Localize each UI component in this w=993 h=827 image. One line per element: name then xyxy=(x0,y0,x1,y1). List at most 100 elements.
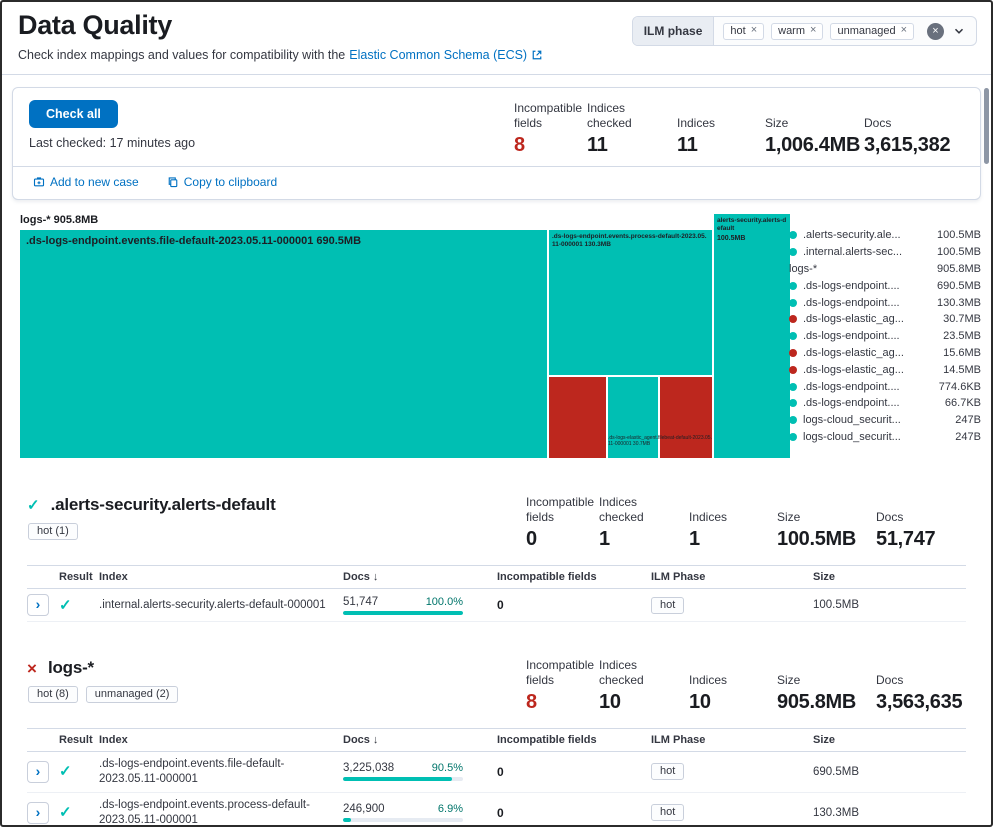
ilm-phase-badge: unmanaged (2) xyxy=(86,686,179,703)
subtitle-text: Check index mappings and values for comp… xyxy=(18,48,345,62)
stat-size: Size 1,006.4MB xyxy=(765,116,864,157)
summary-stats: Incompatible fields 8 Indices checked 11… xyxy=(514,101,954,157)
treemap-cell-file-default[interactable]: .ds-logs-endpoint.events.file-default-20… xyxy=(20,230,547,458)
summary-card: Check all Last checked: 17 minutes ago I… xyxy=(12,87,981,200)
legend-dot-red xyxy=(789,366,797,374)
legend-item[interactable]: .ds-logs-endpoint....66.7KB xyxy=(789,395,981,412)
ecs-link[interactable]: Elastic Common Schema (ECS) xyxy=(349,48,527,62)
ilm-badge: hot xyxy=(651,763,684,780)
ilm-filter-label: ILM phase xyxy=(633,17,715,45)
chevron-down-icon[interactable] xyxy=(952,24,966,38)
legend-item[interactable]: .ds-logs-elastic_ag...30.7MB xyxy=(789,311,981,328)
copy-icon xyxy=(167,176,179,188)
legend-dot-teal xyxy=(789,231,797,239)
treemap-cell-process-default[interactable]: .ds-logs-endpoint.events.process-default… xyxy=(549,230,712,375)
check-all-button[interactable]: Check all xyxy=(29,100,118,128)
legend-item[interactable]: .ds-logs-endpoint....23.5MB xyxy=(789,328,981,345)
last-checked-text: Last checked: 17 minutes ago xyxy=(29,136,195,150)
legend-dot-teal xyxy=(789,433,797,441)
stat-indices: Indices1 xyxy=(689,510,777,551)
legend-item[interactable]: .ds-logs-elastic_ag...14.5MB xyxy=(789,361,981,378)
ilm-filter-chips: hot × warm × unmanaged × xyxy=(714,17,923,45)
indices-table: Result Index Docs↓ Incompatible fields I… xyxy=(27,728,966,827)
treemap-group-label-logs: logs-* 905.8MB xyxy=(20,214,98,226)
sort-down-icon: ↓ xyxy=(373,734,379,746)
stat-docs: Docs3,563,635 xyxy=(876,673,966,714)
legend-item[interactable]: .ds-logs-endpoint....130.3MB xyxy=(789,294,981,311)
treemap-cell-alerts-default[interactable]: alerts-security.alerts-default 100.5MB xyxy=(714,214,790,458)
expand-row-button[interactable]: › xyxy=(27,802,49,824)
treemap-cell-incompatible[interactable] xyxy=(660,377,712,458)
chevron-right-icon: › xyxy=(36,597,41,611)
expand-row-button[interactable]: › xyxy=(27,761,49,783)
legend-item[interactable]: logs-cloud_securit...247B xyxy=(789,412,981,429)
stat-indices-checked: Indices checked1 xyxy=(599,495,689,551)
stat-docs: Docs 3,615,382 xyxy=(864,116,954,157)
legend-dot-teal xyxy=(789,332,797,340)
indices-table: Result Index Docs↓ Incompatible fields I… xyxy=(27,565,966,622)
size-cell: 100.5MB xyxy=(813,599,966,611)
section-stats: Incompatible fields0 Indices checked1 In… xyxy=(526,495,966,551)
incompatible-count: 0 xyxy=(497,806,651,820)
ilm-phase-badge: hot (8) xyxy=(28,686,78,703)
check-icon: ✓ xyxy=(59,805,99,820)
chevron-right-icon: › xyxy=(36,805,41,819)
index-name: .ds-logs-endpoint.events.process-default… xyxy=(99,798,343,827)
docs-progress-bar xyxy=(343,611,463,615)
filter-chip-unmanaged[interactable]: unmanaged × xyxy=(830,23,914,40)
legend-item-group[interactable]: logs-*905.8MB xyxy=(789,261,981,278)
legend-item[interactable]: .ds-logs-endpoint....774.6KB xyxy=(789,378,981,395)
index-name: .internal.alerts-security.alerts-default… xyxy=(99,598,343,613)
legend-dot-red xyxy=(789,349,797,357)
docs-sort-header[interactable]: Docs↓ xyxy=(343,734,497,746)
legend-item[interactable]: .ds-logs-endpoint....690.5MB xyxy=(789,277,981,294)
section-stats: Incompatible fields8 Indices checked10 I… xyxy=(526,658,966,714)
stat-incompatible-fields: Incompatible fields8 xyxy=(526,658,599,714)
case-icon xyxy=(33,176,45,188)
legend-item[interactable]: logs-cloud_securit...247B xyxy=(789,429,981,446)
copy-to-clipboard-link[interactable]: Copy to clipboard xyxy=(167,175,277,189)
legend-item[interactable]: .ds-logs-elastic_ag...15.6MB xyxy=(789,345,981,362)
docs-progress-bar xyxy=(343,777,463,781)
docs-sort-header[interactable]: Docs↓ xyxy=(343,571,497,583)
expand-row-button[interactable]: › xyxy=(27,594,49,616)
check-controls: Check all Last checked: 17 minutes ago xyxy=(29,100,195,157)
check-icon: ✓ xyxy=(59,598,99,613)
incompatible-count: 0 xyxy=(497,598,651,612)
chip-remove-icon[interactable]: × xyxy=(751,25,757,36)
treemap-legend: .alerts-security.ale...100.5MB .internal… xyxy=(789,227,981,445)
scrollbar-thumb[interactable] xyxy=(984,88,989,164)
treemap-cell-compatible[interactable] xyxy=(608,377,658,458)
external-link-icon xyxy=(531,49,543,61)
filter-chip-hot[interactable]: hot × xyxy=(723,23,764,40)
stat-indices: Indices 11 xyxy=(677,116,765,157)
treemap-cell-incompatible[interactable] xyxy=(549,377,606,458)
stat-indices-checked: Indices checked 11 xyxy=(587,101,677,157)
clear-filters-button[interactable]: × xyxy=(927,23,944,40)
add-to-new-case-link[interactable]: Add to new case xyxy=(33,175,139,189)
docs-cell: 3,225,03890.5% xyxy=(343,762,463,781)
storage-treemap: logs-* 905.8MB .ds-logs-endpoint.events.… xyxy=(2,214,991,459)
legend-item[interactable]: .internal.alerts-sec...100.5MB xyxy=(789,244,981,261)
cross-icon: × xyxy=(27,660,37,677)
docs-progress-bar xyxy=(343,818,463,822)
ilm-phase-badge: hot (1) xyxy=(28,523,78,540)
card-divider xyxy=(13,166,980,167)
check-icon: ✓ xyxy=(59,764,99,779)
size-cell: 130.3MB xyxy=(813,807,966,819)
legend-dot-red xyxy=(789,315,797,323)
size-cell: 690.5MB xyxy=(813,766,966,778)
chip-remove-icon[interactable]: × xyxy=(901,25,907,36)
legend-item[interactable]: .alerts-security.ale...100.5MB xyxy=(789,227,981,244)
page-header: Data Quality Check index mappings and va… xyxy=(2,2,991,62)
filter-chip-warm[interactable]: warm × xyxy=(771,23,823,40)
pattern-section-alerts: ✓ .alerts-security.alerts-default hot (1… xyxy=(2,495,991,622)
ilm-phase-filter[interactable]: ILM phase hot × warm × unmanaged × × xyxy=(632,16,977,46)
table-header-row: Result Index Docs↓ Incompatible fields I… xyxy=(27,565,966,589)
pattern-section-logs: × logs-* hot (8) unmanaged (2) Incompati… xyxy=(2,658,991,827)
ilm-badge: hot xyxy=(651,804,684,821)
section-title: .alerts-security.alerts-default xyxy=(51,495,276,515)
legend-dot-teal xyxy=(789,248,797,256)
chip-remove-icon[interactable]: × xyxy=(810,25,816,36)
stat-indices: Indices10 xyxy=(689,673,777,714)
